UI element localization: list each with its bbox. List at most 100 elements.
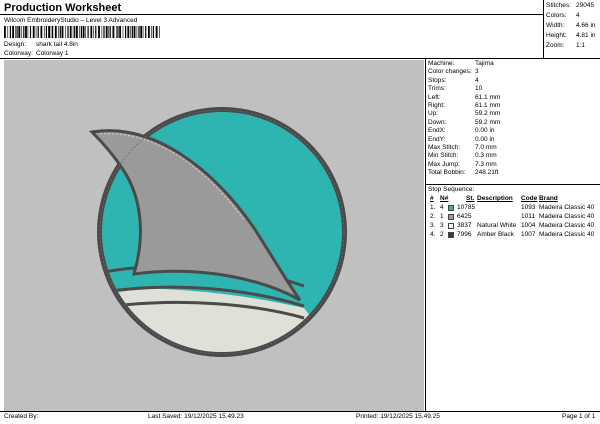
param-value: 0.3 mm	[475, 152, 497, 160]
param-label: Left:	[428, 93, 441, 101]
col-code: Code	[521, 195, 538, 202]
stop-stitches: 10785	[457, 204, 476, 211]
param-label: Right:	[428, 101, 445, 109]
param-value: 61.1 mm	[475, 93, 501, 101]
stop-stitches: 6425	[457, 213, 472, 220]
param-value: 4	[475, 76, 479, 84]
param-label: EndY:	[428, 135, 446, 143]
summary-divider	[543, 0, 544, 58]
zoom-value: 1:1	[576, 42, 586, 49]
param-label: Total Bobbin:	[428, 169, 466, 177]
stop-n: 3	[440, 222, 444, 229]
param-value: 59.2 mm	[475, 118, 501, 126]
stop-brand: Madeira Classic 40	[539, 213, 595, 220]
width-label: Width:	[546, 22, 565, 29]
thread-swatch	[448, 232, 454, 238]
param-label: Max Jump:	[428, 160, 460, 168]
param-label: Max Stitch:	[428, 143, 461, 151]
param-value: 7.3 mm	[475, 160, 497, 168]
params-stop-divider	[425, 184, 600, 185]
stop-brand: Madeira Classic 40	[539, 222, 595, 229]
param-row: Up: 59.2 mm	[428, 110, 598, 118]
param-label: Machine:	[428, 60, 455, 67]
param-value: 61.1 mm	[475, 101, 501, 109]
stop-num: 3.	[430, 222, 436, 229]
stop-row: 2. 1 6425 1011 Madeira Classic 40	[428, 213, 598, 222]
stop-description: Amber Black	[477, 231, 514, 238]
width-value: 4.66 in	[576, 22, 596, 29]
design-value: shark tail 4.8in	[36, 41, 78, 48]
height-value: 4.81 in	[576, 32, 596, 39]
design-label: Design:	[4, 41, 27, 48]
thread-swatch	[448, 214, 454, 220]
stop-row: 3. 3 3837 Natural White 1004 Madeira Classic …	[428, 222, 598, 231]
stop-code: 1093	[521, 204, 536, 211]
worksheet-title: Production Worksheet	[4, 2, 122, 14]
stop-sequence-table: # N# St. Description Code Brand 1. 4 10785…	[428, 195, 598, 240]
stop-table-header: # N# St. Description Code Brand	[428, 195, 598, 204]
footer-printed: Printed: 19/12/2025 15.49.25	[356, 413, 440, 420]
param-label: Down:	[428, 118, 447, 126]
top-divider	[0, 58, 600, 59]
footer-last-saved: Last Saved: 19/12/2025 15.49.23	[148, 413, 244, 420]
colorway-label: Colorway:	[4, 50, 33, 57]
param-row: Color changes: 3	[428, 68, 598, 76]
colors-value: 4	[576, 12, 580, 19]
param-value: 7.0 mm	[475, 143, 497, 151]
param-value: 3	[475, 68, 479, 76]
thread-swatch	[448, 205, 454, 211]
stop-code: 1011	[521, 213, 535, 220]
stop-stitches: 3837	[457, 222, 472, 229]
footer-divider	[0, 411, 600, 412]
param-row: Stops: 4	[428, 77, 598, 85]
col-st: St.	[466, 195, 475, 202]
shark-fin-design	[88, 107, 347, 357]
param-value: Tajima	[475, 60, 494, 67]
param-row: Left: 61.1 mm	[428, 94, 598, 102]
height-label: Height:	[546, 32, 567, 39]
param-label: Up:	[428, 110, 439, 118]
param-label: Min Stitch:	[428, 152, 459, 160]
stitches-value: 29045	[576, 2, 595, 9]
software-subtitle: Wilcom EmbroideryStudio – Level 3 Advanc…	[4, 17, 138, 24]
summary-panel: Stitches: 29045 Colors: 4 Width: 4.66 in He…	[544, 2, 600, 52]
design-preview	[4, 60, 424, 411]
stop-row: 4. 2 7996 Amber Black 1007 Madeira Classic 40	[428, 231, 598, 240]
param-value: 10	[475, 85, 483, 93]
col-brand: Brand	[539, 195, 558, 202]
stop-stitches: 7996	[457, 231, 472, 238]
param-label: Stops:	[428, 76, 447, 84]
param-row: Total Bobbin: 248.21ft	[428, 169, 598, 177]
col-n: N#	[440, 195, 449, 202]
param-row: Right: 61.1 mm	[428, 102, 598, 110]
param-row: Trims: 10	[428, 85, 598, 93]
param-row: Down: 59.2 mm	[428, 119, 598, 127]
stop-brand: Madeira Classic 40	[539, 231, 595, 238]
design-params-divider	[425, 58, 426, 411]
stop-code: 1004	[521, 222, 536, 229]
param-row: Max Stitch: 7.0 mm	[428, 144, 598, 152]
stop-num: 1.	[430, 204, 436, 211]
param-row: Machine: Tajima	[428, 60, 598, 68]
param-label: Trims:	[428, 85, 446, 93]
header-divider	[0, 14, 544, 15]
stop-brand: Madeira Classic 40	[539, 204, 595, 211]
param-value: 248.21ft	[475, 169, 499, 177]
param-value: 0.00 in	[475, 135, 495, 143]
param-value: 0.00 in	[475, 127, 495, 135]
stop-n: 1	[440, 213, 444, 220]
stop-code: 1007	[521, 231, 536, 238]
param-label: Color changes:	[428, 68, 472, 76]
stop-num: 2.	[430, 213, 436, 220]
param-label: EndX:	[428, 127, 446, 135]
stop-num: 4.	[430, 231, 436, 238]
footer-created: Created By:	[4, 413, 39, 420]
param-row: Min Stitch: 0.3 mm	[428, 152, 598, 160]
param-row: Max Jump: 7.3 mm	[428, 161, 598, 169]
param-row: EndY: 0.00 in	[428, 136, 598, 144]
barcode-image	[4, 26, 160, 38]
stop-sequence-title: Stop Sequence:	[428, 186, 475, 193]
stop-n: 2	[440, 231, 444, 238]
param-value: 59.2 mm	[475, 110, 501, 118]
stop-n: 4	[440, 204, 444, 211]
